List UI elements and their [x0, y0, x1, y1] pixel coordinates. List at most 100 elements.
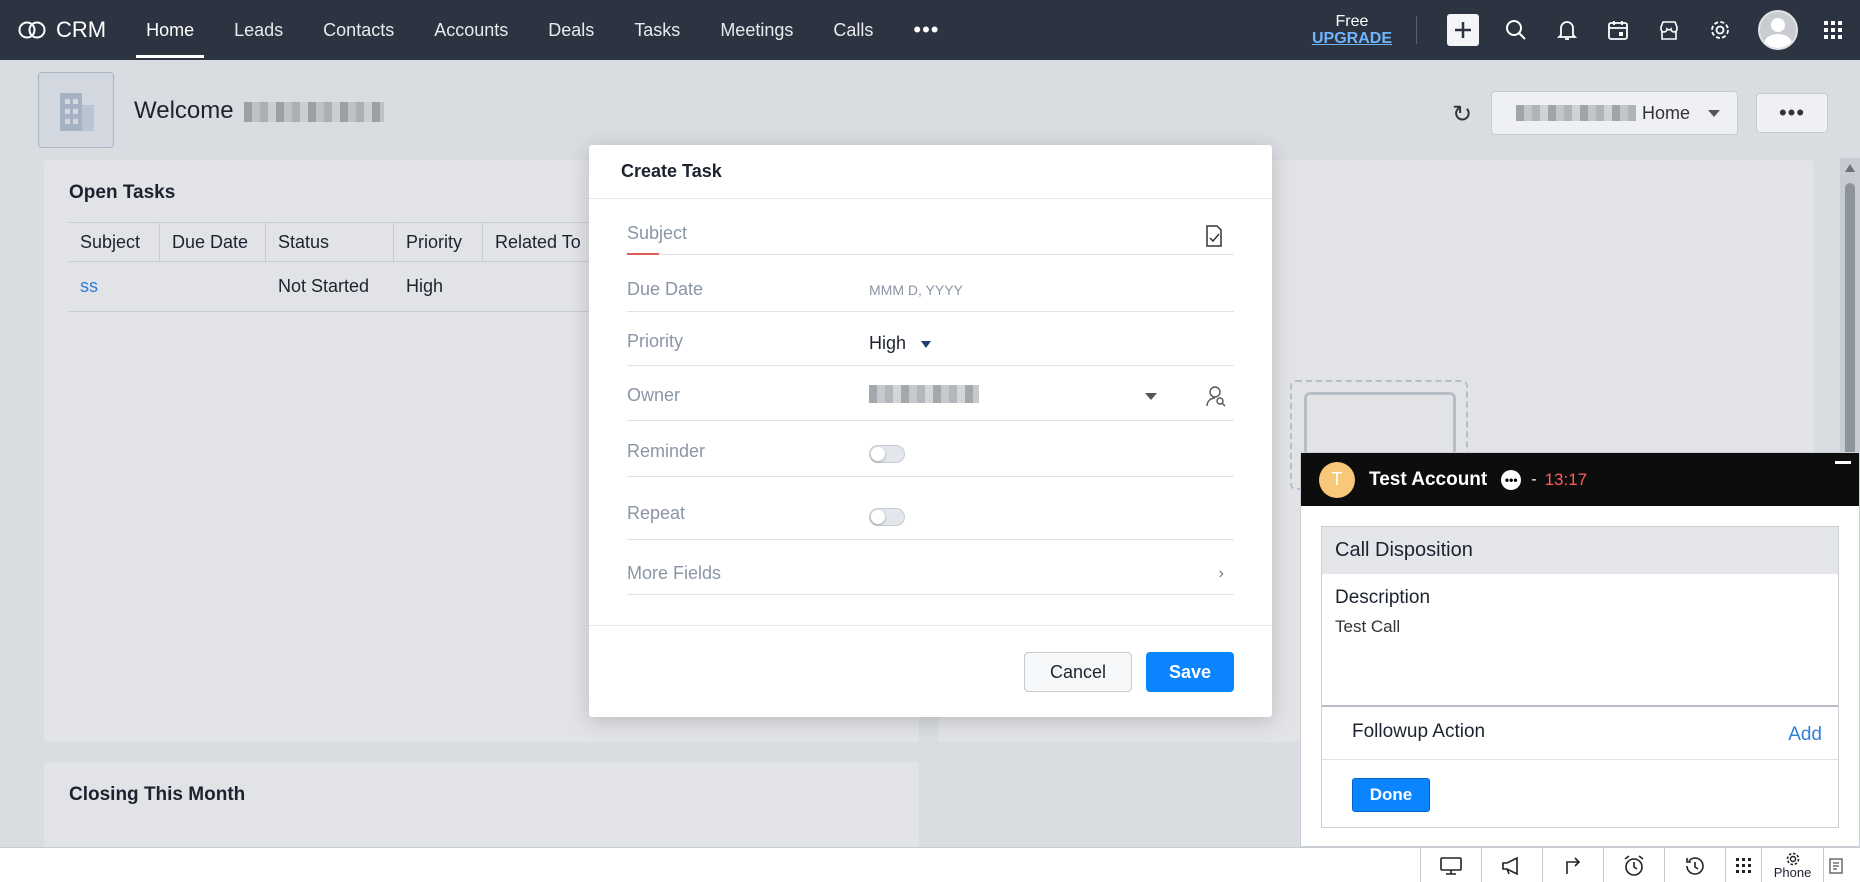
- search-icon[interactable]: [1503, 17, 1529, 43]
- priority-field[interactable]: Priority High: [627, 331, 1234, 366]
- call-disposition-title: Call Disposition: [1322, 527, 1838, 574]
- priority-value: High: [869, 333, 907, 353]
- chevron-down-icon: [1708, 109, 1721, 117]
- header-more-button[interactable]: •••: [1756, 93, 1828, 133]
- user-avatar[interactable]: [1758, 10, 1798, 50]
- task-status: Not Started: [278, 276, 370, 296]
- required-indicator: [627, 253, 659, 255]
- col-status[interactable]: Status: [266, 223, 394, 261]
- col-priority[interactable]: Priority: [394, 223, 483, 261]
- task-template-icon[interactable]: [1204, 225, 1224, 247]
- plus-icon: [1455, 22, 1471, 38]
- nav-deals[interactable]: Deals: [528, 0, 614, 60]
- gear-icon[interactable]: [1707, 17, 1733, 43]
- bottom-toolbar-icons: Phone: [1420, 848, 1847, 882]
- col-subject[interactable]: Subject: [68, 223, 160, 261]
- due-date-label: Due Date: [627, 279, 704, 299]
- nav-meetings[interactable]: Meetings: [700, 0, 813, 60]
- priority-label: Priority: [627, 331, 684, 351]
- caller-name[interactable]: Test Account: [1369, 469, 1487, 491]
- followup-action-label: Followup Action: [1352, 721, 1486, 742]
- scroll-up-icon[interactable]: [1845, 164, 1855, 172]
- call-panel: T Test Account ••• - 13:17 Call Disposit…: [1300, 452, 1860, 847]
- col-due-date[interactable]: Due Date: [160, 223, 266, 261]
- nav-home[interactable]: Home: [126, 0, 214, 60]
- owner-chevron-down-icon[interactable]: [1145, 393, 1157, 400]
- cancel-button[interactable]: Cancel: [1024, 652, 1132, 692]
- nav-leads[interactable]: Leads: [214, 0, 303, 60]
- redacted-user-name: [244, 101, 385, 122]
- open-tasks-title: Open Tasks: [69, 182, 176, 203]
- reminder-field: Reminder: [627, 441, 1234, 477]
- call-separator: -: [1531, 470, 1537, 488]
- main-nav: Home Leads Contacts Accounts Deals Tasks…: [126, 0, 959, 60]
- create-task-modal: Create Task Subject Due Date MMM D, YYYY…: [589, 145, 1272, 717]
- welcome-label: Welcome: [134, 97, 234, 124]
- create-new-button[interactable]: [1447, 14, 1479, 46]
- refresh-icon[interactable]: ↻: [1452, 100, 1476, 128]
- owner-field[interactable]: Owner: [627, 385, 1234, 421]
- followup-action-row: Followup Action Add: [1322, 705, 1838, 760]
- crm-logo[interactable]: CRM: [18, 17, 106, 43]
- table-row: ss Not Started High: [68, 262, 628, 312]
- call-disposition-box: Call Disposition Description Test Call F…: [1321, 526, 1839, 828]
- upgrade-link[interactable]: UPGRADE: [1312, 30, 1392, 47]
- history-icon[interactable]: [1664, 848, 1725, 882]
- priority-select[interactable]: High: [869, 333, 932, 354]
- caller-avatar: T: [1319, 461, 1355, 498]
- open-tasks-table: Subject Due Date Status Priority Related…: [68, 222, 628, 312]
- phone-settings-button[interactable]: Phone: [1761, 848, 1823, 882]
- app-grid-icon[interactable]: [1820, 17, 1846, 43]
- nav-accounts[interactable]: Accounts: [414, 0, 528, 60]
- call-panel-header: T Test Account ••• - 13:17: [1301, 453, 1859, 506]
- dialpad-icon[interactable]: [1725, 848, 1761, 882]
- task-subject-link[interactable]: ss: [68, 276, 160, 297]
- repeat-toggle[interactable]: [869, 508, 905, 526]
- table-header: Subject Due Date Status Priority Related…: [68, 222, 628, 262]
- subject-label: Subject: [627, 223, 688, 243]
- nav-calls[interactable]: Calls: [813, 0, 893, 60]
- top-navbar: CRM Home Leads Contacts Accounts Deals T…: [0, 0, 1860, 60]
- save-button[interactable]: Save: [1146, 652, 1234, 692]
- call-timer: 13:17: [1544, 469, 1588, 489]
- notes-icon[interactable]: [1823, 848, 1847, 882]
- redacted-dashboard-owner: [1516, 105, 1636, 121]
- closing-this-month-title: Closing This Month: [69, 784, 246, 805]
- reminder-toggle[interactable]: [869, 445, 905, 463]
- calendar-icon[interactable]: [1605, 17, 1631, 43]
- description-label: Description: [1335, 587, 1431, 608]
- marketplace-icon[interactable]: [1656, 17, 1682, 43]
- modal-footer: Cancel Save: [589, 625, 1272, 717]
- upgrade-block[interactable]: Free UPGRADE: [1312, 13, 1392, 47]
- user-lookup-icon[interactable]: [1206, 385, 1226, 407]
- done-button[interactable]: Done: [1352, 778, 1430, 812]
- dashboard-dropdown-label: Home: [1642, 102, 1691, 123]
- due-date-input[interactable]: MMM D, YYYY: [869, 282, 963, 298]
- alarm-clock-icon[interactable]: [1603, 848, 1664, 882]
- transfer-icon[interactable]: [1542, 848, 1603, 882]
- nav-tasks[interactable]: Tasks: [614, 0, 700, 60]
- dashboard-dropdown[interactable]: Home: [1491, 91, 1738, 135]
- description-value[interactable]: Test Call: [1335, 617, 1400, 637]
- nav-more-button[interactable]: •••: [893, 0, 959, 60]
- task-priority: High: [406, 276, 444, 296]
- add-followup-link[interactable]: Add: [1788, 724, 1822, 746]
- divider: [1416, 16, 1417, 44]
- more-options-icon[interactable]: •••: [1501, 469, 1522, 490]
- caret-down-icon: [921, 340, 932, 348]
- more-fields-row[interactable]: More Fields ›: [627, 563, 1234, 595]
- nav-contacts[interactable]: Contacts: [303, 0, 414, 60]
- repeat-field: Repeat: [627, 503, 1234, 540]
- subject-field[interactable]: Subject: [627, 223, 1234, 255]
- phone-label: Phone: [1773, 865, 1812, 880]
- reminder-label: Reminder: [627, 441, 706, 461]
- screen-share-icon[interactable]: [1420, 848, 1481, 882]
- megaphone-icon[interactable]: [1481, 848, 1542, 882]
- welcome-text: Welcome: [134, 97, 385, 125]
- more-fields-label: More Fields: [627, 563, 722, 583]
- due-date-field[interactable]: Due Date MMM D, YYYY: [627, 279, 1234, 312]
- minimize-icon[interactable]: [1835, 461, 1851, 464]
- repeat-label: Repeat: [627, 503, 686, 523]
- redacted-owner-name: [869, 385, 979, 403]
- bell-icon[interactable]: [1554, 17, 1580, 43]
